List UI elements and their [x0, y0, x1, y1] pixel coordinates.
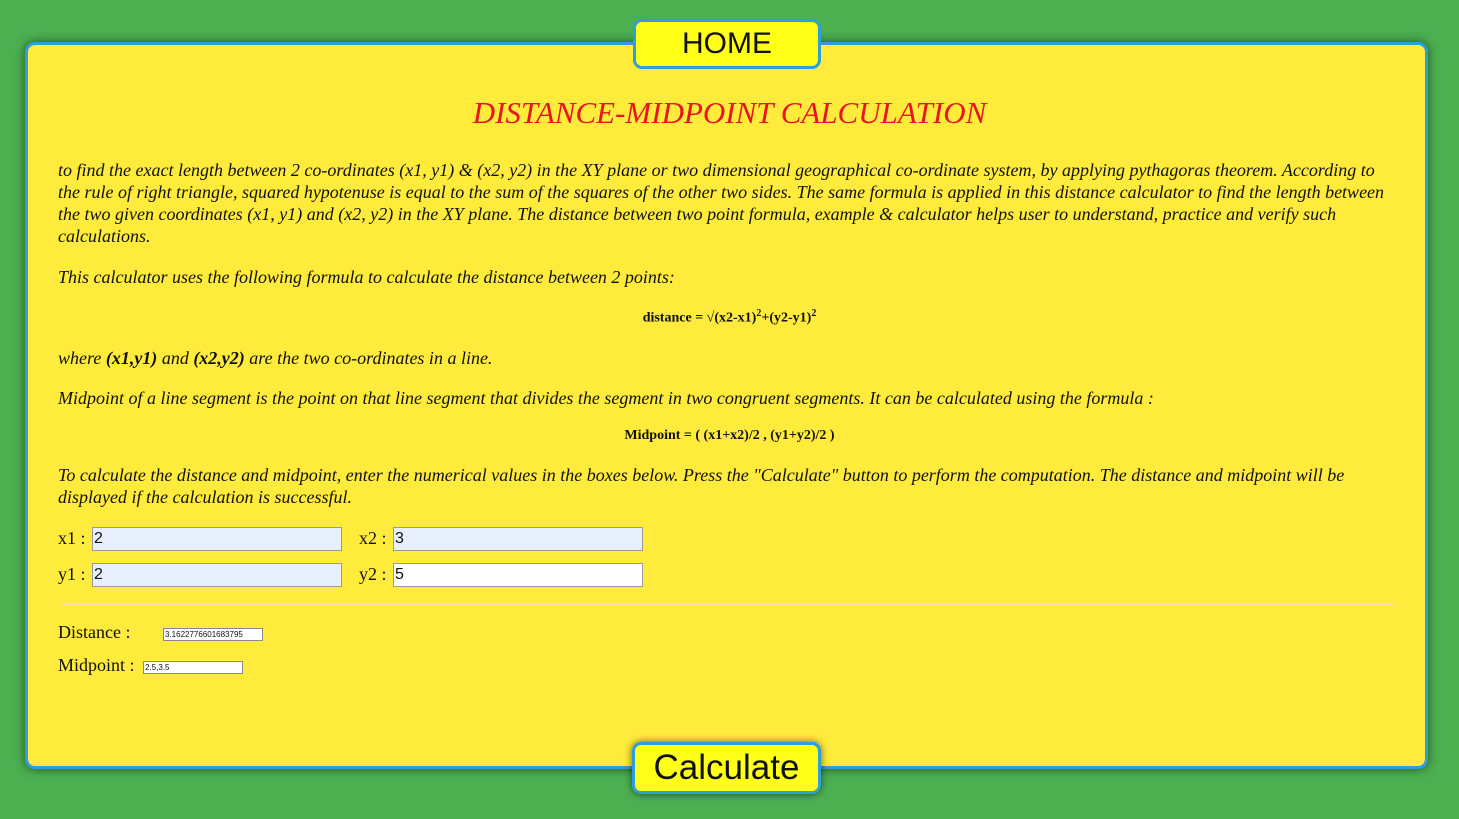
where-text: where (x1,y1) and (x2,y2) are the two co…: [58, 347, 1398, 369]
where-point1: (x1,y1): [105, 348, 158, 368]
x2-label: x2 :: [359, 528, 387, 548]
x2-input[interactable]: [393, 527, 643, 551]
where-point2: (x2,y2): [193, 348, 245, 368]
y1-label: y1 :: [58, 564, 86, 584]
distance-formula: distance = √(x2-x1)2+(y2-y1)2: [0, 308, 1459, 327]
formula-intro: This calculator uses the following formu…: [58, 267, 675, 287]
midpoint-formula: Midpoint = ( (x1+x2)/2 , (y1+y2)/2 ): [624, 428, 835, 443]
where-post: are the two co-ordinates in a line.: [244, 348, 493, 368]
midpoint-output[interactable]: [143, 661, 243, 674]
y2-label: y2 :: [359, 564, 387, 584]
where-pre: where: [58, 348, 106, 368]
midpoint-label: Midpoint :: [58, 655, 135, 675]
instructions-text: To calculate the distance and midpoint, …: [58, 465, 1345, 507]
calculate-button[interactable]: Calculate: [632, 742, 821, 794]
distance-output[interactable]: [163, 628, 263, 641]
x1-label: x1 :: [58, 528, 86, 548]
intro-paragraph: to find the exact length between 2 co-or…: [58, 160, 1385, 246]
page-title: DISTANCE-MIDPOINT CALCULATION: [472, 95, 987, 130]
distance-formula-middle: +(y2-y1): [761, 310, 812, 326]
y2-input[interactable]: [393, 563, 643, 587]
midpoint-description: Midpoint of a line segment is the point …: [58, 388, 1154, 408]
x1-input[interactable]: [92, 527, 342, 551]
y1-input[interactable]: [92, 563, 342, 587]
distance-formula-prefix: distance = √(x2-x1): [642, 310, 757, 326]
distance-label: Distance :: [58, 622, 131, 642]
distance-formula-exp2: 2: [811, 308, 817, 319]
home-button[interactable]: HOME: [633, 19, 821, 69]
where-mid: and: [157, 348, 194, 368]
divider: [60, 604, 1396, 605]
